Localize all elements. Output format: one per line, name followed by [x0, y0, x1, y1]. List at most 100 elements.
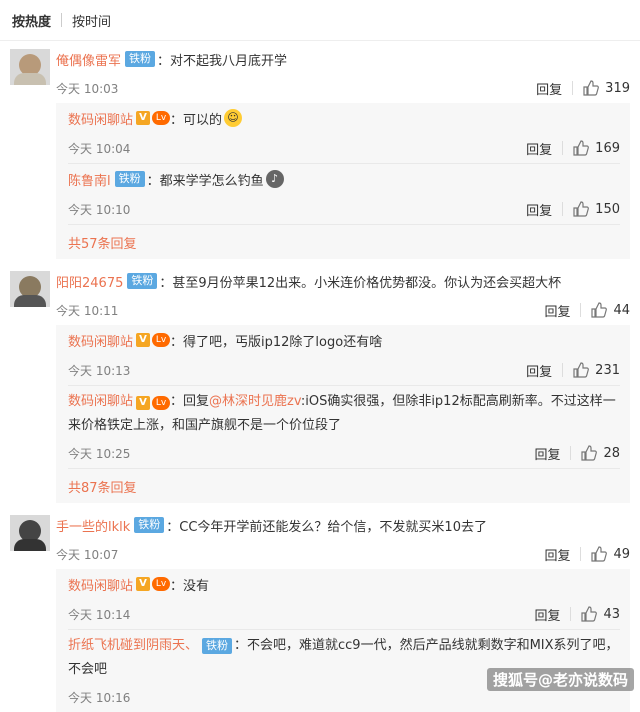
reply-prefix: ：回复	[170, 394, 210, 409]
level-icon: Lv	[152, 111, 171, 125]
watermark: 搜狐号@老亦说数码	[486, 668, 634, 691]
fishing-emoji-icon: ♪	[265, 170, 284, 188]
username[interactable]: 阳阳24675	[56, 272, 123, 291]
comment-meta: 今天 10:11 回复 44	[56, 295, 630, 325]
like-count: 169	[595, 140, 620, 156]
comment-time: 今天 10:03	[56, 81, 119, 96]
like-button[interactable]: 44	[591, 302, 630, 318]
smile-emoji-icon: ☺	[224, 109, 243, 127]
username[interactable]: 数码闲聊站	[68, 394, 133, 409]
comment-meta: 今天 10:03 回复 319	[56, 73, 630, 103]
username[interactable]: 俺偶像雷军	[56, 50, 121, 69]
username[interactable]: 手一些的lklk	[56, 516, 130, 535]
reply-button[interactable]: 回复	[526, 139, 552, 158]
like-button[interactable]: 49	[591, 546, 630, 562]
like-count: 49	[613, 546, 630, 562]
username[interactable]: 陈鲁南l	[68, 170, 111, 189]
fan-badge: 铁粉	[202, 638, 233, 654]
action-divider	[572, 81, 574, 95]
action-divider	[570, 607, 572, 621]
comment-time: 今天 10:07	[56, 547, 119, 562]
fan-badge: 铁粉	[114, 171, 145, 187]
thumbs-up-icon	[573, 140, 590, 156]
action-divider	[580, 303, 582, 317]
comment-line: 俺偶像雷军 铁粉 ：对不起我八月底开学	[56, 45, 630, 73]
comment: 阳阳24675 铁粉 ：甚至9月份苹果12出来。小米连价格优势都没。你认为还会买…	[0, 267, 640, 325]
sort-by-hot-tab[interactable]: 按热度	[12, 11, 51, 30]
comment-text: ：CC今年开学前还能发么？给个信，不发就买米10去了	[166, 519, 487, 535]
thumbs-up-icon	[591, 302, 608, 318]
username[interactable]: 折纸飞机碰到阴雨天、	[68, 638, 198, 653]
like-button[interactable]: 231	[573, 362, 620, 378]
reply-item: 数码闲聊站 V Lv ：没有 今天 10:14 回复 43	[68, 569, 620, 630]
sort-divider	[61, 13, 63, 27]
reply-line: 数码闲聊站 V Lv ：可以的 ☺	[68, 103, 620, 133]
like-button[interactable]: 28	[581, 445, 620, 461]
reply-item: 数码闲聊站 V Lv ：回复@林深时见鹿zv:iOS确实很强，但除非ip12标配高刷新…	[68, 386, 620, 469]
reply-time: 今天 10:25	[68, 446, 131, 461]
reply-line: 数码闲聊站 V Lv ：回复@林深时见鹿zv:iOS确实很强，但除非ip12标配高刷新…	[68, 386, 620, 438]
action-divider	[562, 141, 564, 155]
reply-time: 今天 10:10	[68, 202, 131, 217]
like-button[interactable]: 169	[573, 140, 620, 156]
reply-block: 数码闲聊站 V Lv ：可以的 ☺ 今天 10:04 回复 169 陈鲁南l 铁…	[56, 103, 630, 259]
more-replies-link[interactable]: 共87条回复	[68, 469, 620, 503]
reply-meta: 今天 10:13 回复 231	[68, 355, 620, 385]
more-replies-link[interactable]: 共57条回复	[68, 225, 620, 259]
mention-link[interactable]: @林深时见鹿zv	[209, 394, 301, 409]
reply-meta: 今天 10:14 回复 43	[68, 599, 620, 629]
reply-text: ：没有	[170, 578, 210, 594]
like-count: 44	[613, 302, 630, 318]
reply-text: ：得了吧，丐版ip12除了logo还有啥	[170, 334, 383, 350]
like-count: 150	[595, 201, 620, 217]
thumbs-up-icon	[573, 201, 590, 217]
reply-line: 数码闲聊站 V Lv ：得了吧，丐版ip12除了logo还有啥	[68, 325, 620, 355]
reply-meta: 今天 10:04 回复 169	[68, 133, 620, 163]
reply-button[interactable]: 回复	[526, 361, 552, 380]
reply-button[interactable]: 回复	[526, 200, 552, 219]
verified-icon: V	[136, 111, 151, 125]
verified-icon: V	[136, 577, 151, 591]
verified-icon: V	[136, 396, 151, 410]
like-button[interactable]: 319	[583, 80, 630, 96]
thumbs-up-icon	[581, 445, 598, 461]
like-count: 319	[605, 80, 630, 96]
comment-meta: 今天 10:07 回复 49	[56, 539, 630, 569]
comment-line: 手一些的lklk 铁粉 ：CC今年开学前还能发么？给个信，不发就买米10去了	[56, 511, 630, 539]
verified-icon: V	[136, 333, 151, 347]
fan-badge: 铁粉	[125, 51, 156, 67]
action-divider	[562, 363, 564, 377]
reply-button[interactable]: 回复	[544, 545, 570, 564]
comment-text: ：甚至9月份苹果12出来。小米连价格优势都没。你认为还会买超大杯	[159, 275, 562, 291]
fan-badge: 铁粉	[127, 273, 158, 289]
avatar[interactable]	[10, 515, 50, 551]
action-divider	[562, 202, 564, 216]
reply-time: 今天 10:04	[68, 141, 131, 156]
comment-text: ：对不起我八月底开学	[157, 53, 288, 69]
reply-time: 今天 10:14	[68, 607, 131, 622]
reply-meta: 今天 10:10 回复 150	[68, 194, 620, 224]
level-icon: Lv	[152, 396, 171, 410]
action-divider	[580, 547, 582, 561]
reply-button[interactable]: 回复	[544, 301, 570, 320]
reply-button[interactable]: 回复	[534, 444, 560, 463]
username[interactable]: 数码闲聊站	[68, 575, 133, 594]
sort-by-time-tab[interactable]: 按时间	[72, 11, 111, 30]
avatar[interactable]	[10, 271, 50, 307]
sort-bar: 按热度 按时间	[0, 0, 640, 41]
level-icon: Lv	[152, 577, 171, 591]
reply-line: 陈鲁南l 铁粉 ：都来学学怎么钓鱼 ♪	[68, 164, 620, 194]
reply-text: :iOS确实很强，但除非ip12标配高刷新率。不过这样一来价格铁定上涨，和国产旗…	[68, 394, 616, 433]
username[interactable]: 数码闲聊站	[68, 331, 133, 350]
thumbs-up-icon	[583, 80, 600, 96]
like-button[interactable]: 150	[573, 201, 620, 217]
reply-button[interactable]: 回复	[534, 605, 560, 624]
reply-button[interactable]: 回复	[536, 79, 562, 98]
avatar[interactable]	[10, 49, 50, 85]
reply-item: 陈鲁南l 铁粉 ：都来学学怎么钓鱼 ♪ 今天 10:10 回复 150	[68, 164, 620, 225]
thumbs-up-icon	[591, 546, 608, 562]
comment: 俺偶像雷军 铁粉 ：对不起我八月底开学 今天 10:03 回复 319	[0, 45, 640, 103]
username[interactable]: 数码闲聊站	[68, 109, 133, 128]
like-button[interactable]: 43	[581, 606, 620, 622]
fan-badge: 铁粉	[134, 517, 165, 533]
